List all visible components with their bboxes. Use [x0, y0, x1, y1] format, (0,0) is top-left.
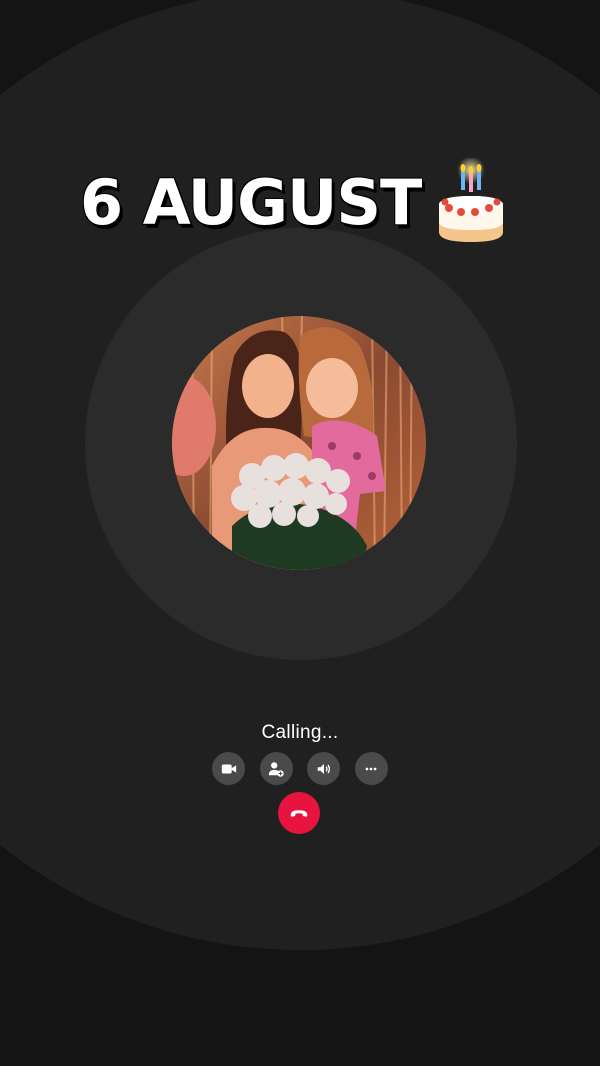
- more-icon: [366, 767, 377, 770]
- profile-photo: [172, 316, 426, 570]
- video-camera-icon: [221, 764, 236, 773]
- birthday-cake-icon: [439, 158, 504, 242]
- add-person-icon: [268, 761, 284, 777]
- speaker-icon: [317, 763, 330, 774]
- call-screen: 6 AUGUST Calling...: [0, 0, 600, 1066]
- end-call-button[interactable]: [278, 792, 320, 834]
- date-headline: 6 AUGUST: [80, 158, 520, 248]
- call-status: Calling...: [261, 722, 339, 743]
- add-person-button[interactable]: [259, 752, 293, 785]
- end-call-icon: [290, 810, 308, 817]
- video-button[interactable]: [212, 752, 245, 785]
- speaker-button[interactable]: [307, 752, 341, 785]
- call-controls: [212, 752, 388, 786]
- more-button[interactable]: [354, 752, 388, 785]
- contact-avatar: [172, 316, 426, 570]
- date-text: 6 AUGUST: [80, 166, 422, 239]
